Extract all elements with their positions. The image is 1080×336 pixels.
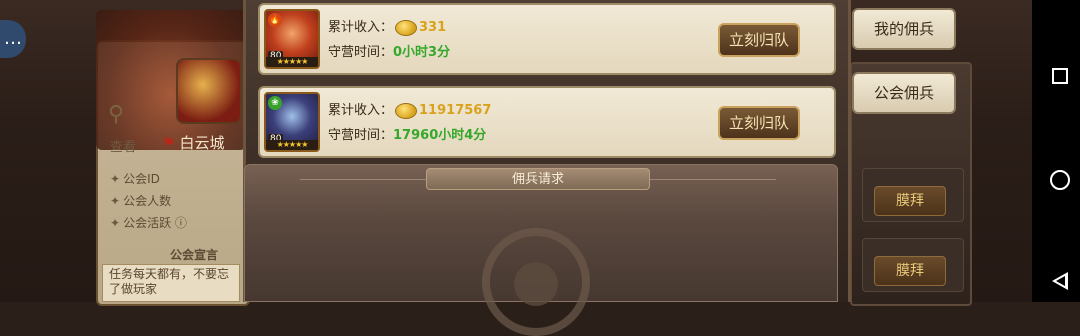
flag-icon: ⚑	[162, 134, 176, 152]
emblem-center	[514, 262, 558, 306]
income-row: 累计收入： 331	[328, 16, 446, 36]
tab-my-mercenaries[interactable]: 我的佣兵	[852, 8, 956, 50]
time-value: 17960小时4分	[393, 128, 487, 143]
divider	[650, 179, 776, 180]
system-nav-bar	[1032, 0, 1080, 302]
time-value: 0小时3分	[393, 45, 451, 60]
request-panel-title: 佣兵请求	[426, 168, 650, 190]
gold-coin-icon	[395, 102, 418, 119]
income-value: 11917567	[419, 103, 492, 118]
star-rating-icon: ★★★★★	[266, 140, 318, 150]
tab-guild-mercenaries[interactable]: 公会佣兵	[852, 72, 956, 114]
mercenary-card: ❀ 80 ★★★★★ 累计收入： 11917567 守营时间：17960小时4分 …	[258, 86, 836, 158]
income-value: 331	[419, 20, 447, 35]
search-icon[interactable]: ⚲	[108, 102, 136, 130]
star-icon: ✦	[110, 172, 121, 186]
income-label: 累计收入：	[328, 103, 394, 118]
star-rating-icon: ★★★★★	[266, 57, 318, 67]
time-row: 守营时间：0小时3分	[328, 41, 450, 60]
list-item: ✦ 公会ID	[110, 172, 160, 186]
time-label: 守营时间：	[328, 45, 394, 60]
view-label[interactable]: 查看	[110, 136, 136, 155]
time-row: 守营时间：17960小时4分	[328, 124, 486, 143]
worship-button[interactable]: 膜拜	[874, 186, 946, 216]
guild-emblem-portrait[interactable]	[176, 58, 242, 124]
gold-coin-icon	[395, 19, 418, 36]
hero-portrait[interactable]: ❀ 80 ★★★★★	[264, 92, 320, 152]
return-now-button[interactable]: 立刻归队	[718, 23, 800, 57]
guild-declaration-title: 公会宣言	[170, 248, 219, 262]
list-item: ✦ 公会活跃 ⓘ	[110, 216, 187, 230]
city-name: ⚑ 白云城	[162, 132, 224, 153]
mercenary-card: 🔥 80 ★★★★★ 累计收入： 331 守营时间：0小时3分 立刻归队	[258, 3, 836, 75]
hero-portrait[interactable]: 🔥 80 ★★★★★	[264, 9, 320, 69]
star-icon: ✦	[110, 216, 121, 230]
income-label: 累计收入：	[328, 20, 394, 35]
return-now-button[interactable]: 立刻归队	[718, 106, 800, 140]
nature-element-icon: ❀	[268, 96, 282, 110]
info-icon[interactable]: ⓘ	[175, 216, 187, 230]
home-icon[interactable]	[1050, 170, 1070, 190]
income-row: 累计收入： 11917567	[328, 99, 491, 119]
city-name-text: 白云城	[179, 134, 225, 152]
list-item: ✦ 公会人数	[110, 194, 172, 208]
recent-apps-icon[interactable]	[1052, 68, 1068, 84]
divider	[300, 179, 426, 180]
worship-button[interactable]: 膜拜	[874, 256, 946, 286]
star-icon: ✦	[110, 194, 121, 208]
fire-element-icon: 🔥	[268, 13, 282, 27]
back-icon-inner	[1056, 276, 1065, 286]
guild-declaration-text: 任务每天都有，不要忘了做玩家	[102, 264, 240, 302]
guild-info-list: ✦ 公会ID ✦ 公会人数 ✦ 公会活跃 ⓘ	[110, 168, 187, 234]
time-label: 守营时间：	[328, 128, 394, 143]
